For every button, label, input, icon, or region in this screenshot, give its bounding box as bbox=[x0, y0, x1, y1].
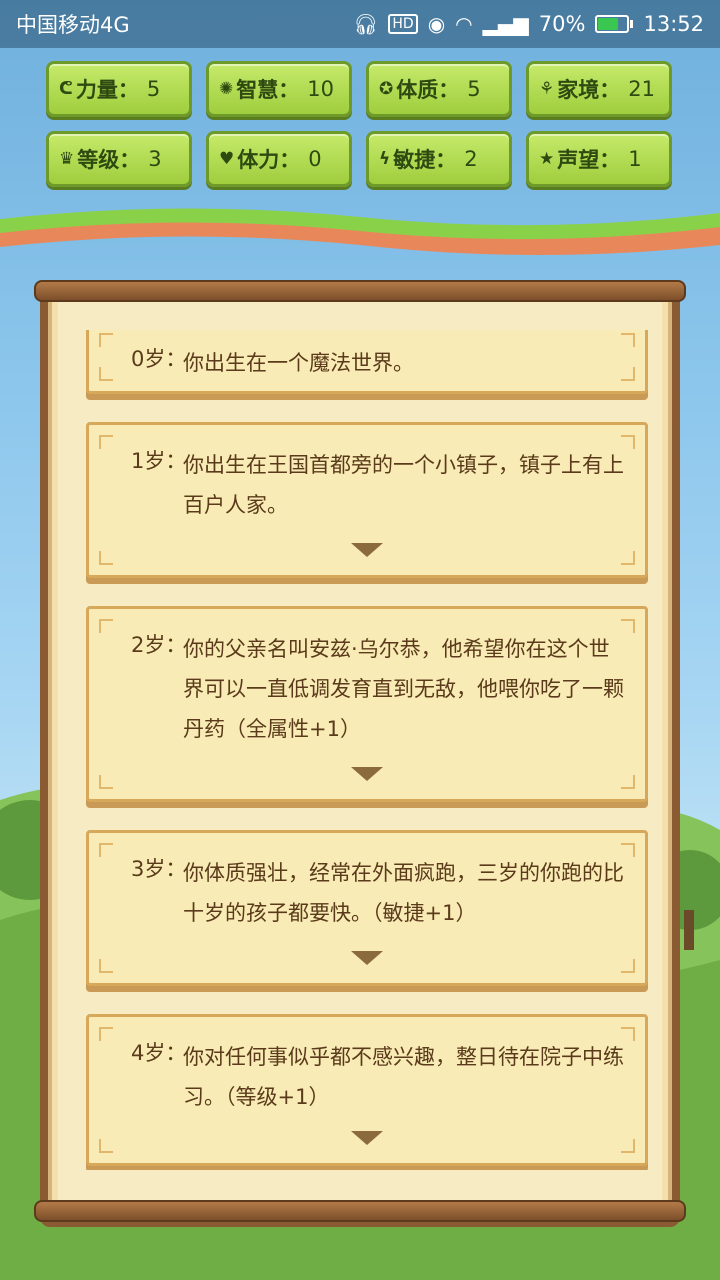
event-age: 4岁： bbox=[131, 1041, 187, 1065]
life-event-list[interactable]: 0岁： 你出生在一个魔法世界。 1岁： 你出生在王国首都旁的一个小镇子，镇子上有… bbox=[86, 330, 648, 1170]
life-event-card[interactable]: 3岁： 你体质强壮，经常在外面疯跑，三岁的你跑的比十岁的孩子都要快。（敏捷+1） bbox=[86, 830, 648, 986]
body-icon: ✪ bbox=[379, 79, 394, 99]
event-age: 3岁： bbox=[131, 857, 187, 881]
event-text: 你出生在一个魔法世界。 bbox=[183, 351, 414, 375]
life-event-card[interactable]: 4岁： 你对任何事似乎都不感兴趣，整日待在院子中练习。（等级+1） bbox=[86, 1014, 648, 1166]
stat-value: 21 bbox=[628, 77, 655, 101]
eye-icon: ◉ bbox=[427, 12, 446, 36]
wave-divider bbox=[0, 208, 720, 255]
stat-label: 等级： bbox=[77, 148, 141, 172]
stat-label: 体力： bbox=[237, 148, 301, 172]
stat-level: ♛ 等级： 3 bbox=[46, 131, 192, 187]
stat-family-wealth: ⚘ 家境： 21 bbox=[526, 61, 672, 117]
heart-icon: ♥ bbox=[219, 149, 235, 169]
lightning-icon: ϟ bbox=[379, 149, 391, 169]
expand-arrow-icon[interactable] bbox=[351, 1131, 383, 1145]
stat-reputation: ★ 声望： 1 bbox=[526, 131, 672, 187]
stat-value: 5 bbox=[146, 77, 161, 101]
stat-agility: ϟ 敏捷： 2 bbox=[366, 131, 512, 187]
battery-percent: 70% bbox=[538, 12, 586, 36]
event-text: 你出生在王国首都旁的一个小镇子，镇子上有上百户人家。 bbox=[183, 453, 624, 517]
clock: 13:52 bbox=[643, 12, 704, 36]
stat-wisdom: ✺ 智慧： 10 bbox=[206, 61, 352, 117]
stat-value: 1 bbox=[628, 147, 642, 171]
expand-arrow-icon[interactable] bbox=[351, 767, 383, 781]
star-icon: ★ bbox=[539, 149, 555, 169]
status-bar: 中国移动4G 🎧︎ HD ◉ ◠ ▂▄▆ 70% 13:52 bbox=[0, 0, 720, 48]
stat-label: 声望： bbox=[557, 148, 621, 172]
event-text: 你的父亲名叫安兹·乌尔恭，他希望你在这个世界可以一直低调发育直到无敌，他喂你吃了… bbox=[183, 637, 624, 741]
stat-constitution: ✪ 体质： 5 bbox=[366, 61, 512, 117]
stat-value: 0 bbox=[308, 147, 322, 171]
bulb-icon: ✺ bbox=[219, 79, 234, 99]
crown-icon: ♛ bbox=[59, 149, 75, 169]
life-event-card[interactable]: 0岁： 你出生在一个魔法世界。 bbox=[86, 330, 648, 394]
scroll-rod-top bbox=[34, 280, 686, 302]
expand-arrow-icon[interactable] bbox=[351, 951, 383, 965]
event-age: 0岁： bbox=[131, 347, 187, 371]
wifi-icon: ◠ bbox=[455, 12, 473, 36]
life-event-card[interactable]: 2岁： 你的父亲名叫安兹·乌尔恭，他希望你在这个世界可以一直低调发育直到无敌，他… bbox=[86, 606, 648, 802]
stats-panel: ᕦ 力量： 5 ✺ 智慧： 10 ✪ 体质： 5 ⚘ 家境： 21 ♛ 等级： … bbox=[0, 55, 720, 205]
scroll-rod-bottom bbox=[34, 1200, 686, 1222]
stat-stamina: ♥ 体力： 0 bbox=[206, 131, 352, 187]
event-age: 2岁： bbox=[131, 633, 187, 657]
event-text: 你体质强壮，经常在外面疯跑，三岁的你跑的比十岁的孩子都要快。（敏捷+1） bbox=[183, 861, 624, 925]
money-bag-icon: ⚘ bbox=[539, 79, 555, 99]
headset-icon: 🎧︎ bbox=[353, 12, 379, 36]
carrier-label: 中国移动4G bbox=[16, 13, 130, 37]
stat-label: 敏捷： bbox=[393, 148, 457, 172]
stat-label: 体质： bbox=[396, 78, 460, 102]
hd-icon: HD bbox=[388, 14, 418, 34]
stat-strength: ᕦ 力量： 5 bbox=[46, 61, 192, 117]
stat-value: 10 bbox=[307, 77, 334, 101]
stat-value: 5 bbox=[467, 77, 481, 101]
stat-label: 力量： bbox=[75, 78, 139, 102]
expand-arrow-icon[interactable] bbox=[351, 543, 383, 557]
event-age: 1岁： bbox=[131, 449, 187, 473]
battery-icon bbox=[595, 15, 634, 33]
life-event-card[interactable]: 1岁： 你出生在王国首都旁的一个小镇子，镇子上有上百户人家。 bbox=[86, 422, 648, 578]
4g-signal-icon: ▂▄▆ bbox=[482, 12, 529, 36]
event-text: 你对任何事似乎都不感兴趣，整日待在院子中练习。（等级+1） bbox=[183, 1045, 624, 1109]
stat-value: 2 bbox=[464, 147, 478, 171]
stat-label: 家境： bbox=[557, 78, 621, 102]
stat-value: 3 bbox=[148, 147, 162, 171]
muscle-icon: ᕦ bbox=[59, 79, 73, 99]
stat-label: 智慧： bbox=[236, 78, 300, 102]
